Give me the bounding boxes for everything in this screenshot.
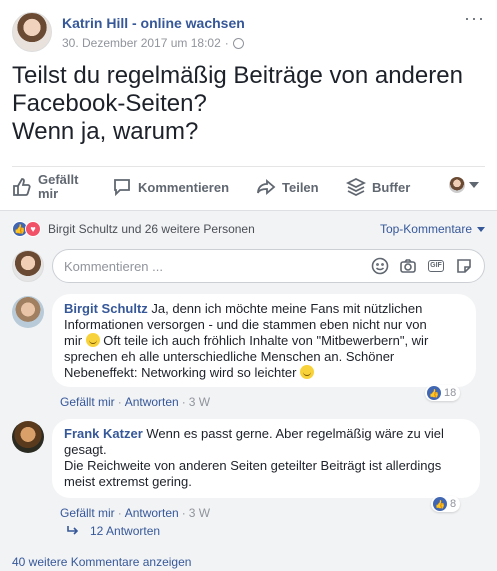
comment-like-count[interactable]: 👍 18 [425,385,461,401]
caret-down-icon [477,226,485,232]
like-label-line: Gefällt [38,172,79,187]
globe-icon[interactable] [232,37,244,49]
comment-like-link[interactable]: Gefällt mir [60,395,115,409]
like-reaction-icon: 👍 [433,497,447,511]
post-meta: 30. Dezember 2017 um 18:02 · [62,36,244,50]
comments-section: 👍 ♥ Birgit Schultz und 26 weitere Person… [0,210,497,571]
gif-icon[interactable]: GIF [427,257,445,275]
buffer-button[interactable]: Buffer [346,177,410,197]
comment-input-tools: GIF [371,257,473,275]
comment-line: Frank Katzer Wenn es passt gerne. Aber r… [64,426,468,442]
comment-line: mir Oft teile ich auch fröhlich Inhalte … [64,333,464,349]
comment-label: Kommentieren [138,179,230,195]
like-count: 18 [444,387,457,399]
smiley-emoji-icon [300,365,315,379]
audience-selector[interactable] [449,177,479,193]
share-label: Teilen [282,179,319,195]
comment-text: Die Reichweite von anderen Seiten geteil… [64,458,442,473]
comment-text: Oft teile ich auch fröhlich Inhalte von … [99,333,429,348]
caret-down-icon [469,182,479,188]
comment-text: gesagt. [64,442,107,457]
separator: · [117,506,122,520]
emoji-icon[interactable] [371,257,389,275]
comment-text: Ja, denn ich möchte meine Fans mit nützl… [147,301,423,316]
like-label: Gefällt mir [38,173,78,201]
share-arrow-icon [257,179,276,195]
comment-text: meist extremst gering. [64,474,192,489]
comment-text: Informationen versorgen - und die stamme… [64,317,427,332]
buffer-label: Buffer [372,179,411,195]
reaction-icons[interactable]: 👍 ♥ [12,221,41,237]
post-date[interactable]: 30. Dezember 2017 um 18:02 [62,36,221,50]
comment-text: mir [64,333,86,348]
author-name[interactable]: Katrin Hill - online wachsen [62,15,245,31]
post-text-line: Teilst du regelmäßig Beiträge von andere… [12,62,463,89]
commenter-avatar[interactable] [12,421,44,453]
reactions-summary[interactable]: Birgit Schultz und 26 weitere Personen [48,222,255,236]
post-text-line: Wenn ja, warum? [12,118,199,145]
comment-bubble: Frank Katzer Wenn es passt gerne. Aber r… [52,419,480,498]
comment-like-link[interactable]: Gefällt mir [60,506,115,520]
like-reaction-icon: 👍 [427,386,441,400]
comment-reply-link[interactable]: Antworten [125,395,179,409]
comment-text: Nebeneffekt: Networking wird so leichter [64,365,301,380]
view-replies-link[interactable]: 12 Antworten [66,524,160,538]
buffer-stack-icon [346,177,366,197]
sort-label: Top-Kommentare [379,222,472,236]
comment-line: Nebeneffekt: Networking wird so leichter [64,365,464,381]
profile-avatar [449,177,465,193]
post-text: Teilst du regelmäßig Beiträge von andere… [12,62,485,146]
separator: · [117,395,122,409]
love-reaction-icon: ♥ [25,221,41,237]
comment-text: Wenn es passt gerne. Aber regelmäßig wär… [142,426,444,441]
camera-icon[interactable] [399,257,417,275]
sticker-icon[interactable] [455,257,473,275]
comment-button[interactable]: Kommentieren [112,177,229,197]
post-action-bar: Gefällt mir Kommentieren Teilen Buffer [12,166,485,206]
sort-comments-dropdown[interactable]: Top-Kommentare [380,222,485,236]
speech-bubble-icon [114,179,130,197]
thumbs-up-icon [13,178,31,196]
post-text-line: Facebook-Seiten? [12,90,207,117]
comment-line: Birgit Schultz Ja, denn ich möchte meine… [64,301,464,317]
comment-reply-link[interactable]: Antworten [125,506,179,520]
write-comment-row: GIF [12,249,485,283]
comment-timestamp[interactable]: 3 W [189,506,210,520]
replies-label: 12 Antworten [90,524,161,538]
commenter-name[interactable]: Birgit Schultz [64,301,148,316]
comment-like-count[interactable]: 👍 8 [431,496,461,512]
view-more-comments-link[interactable]: 40 weitere Kommentare anzeigen [12,555,191,569]
comment-text: sprechen eh alle unterschiedliche Mensch… [64,349,395,364]
smiley-emoji-icon [85,333,100,347]
like-label-line: mir [38,186,59,201]
post-header: Katrin Hill - online wachsen 30. Dezembe… [12,9,485,54]
commenter-avatar[interactable] [12,296,44,328]
comment-bubble: Birgit Schultz Ja, denn ich möchte meine… [52,294,476,387]
reply-arrow-icon [67,526,79,535]
comment-actions: Gefällt mir · Antworten · 3 W [60,395,210,409]
separator: · [181,395,186,409]
meta-separator: · [224,36,229,50]
more-options-icon[interactable]: ··· [464,9,485,27]
separator: · [181,506,186,520]
current-user-avatar [12,250,44,282]
like-button[interactable]: Gefällt mir [12,173,78,201]
like-count: 8 [450,498,457,510]
author-avatar[interactable] [12,12,52,52]
commenter-name[interactable]: Frank Katzer [64,426,143,441]
reactions-row: 👍 ♥ Birgit Schultz und 26 weitere Person… [12,219,485,239]
comment-timestamp[interactable]: 3 W [189,395,210,409]
share-button[interactable]: Teilen [256,177,319,197]
facebook-post: Katrin Hill - online wachsen 30. Dezembe… [0,0,497,571]
comment-actions: Gefällt mir · Antworten · 3 W [60,506,210,520]
